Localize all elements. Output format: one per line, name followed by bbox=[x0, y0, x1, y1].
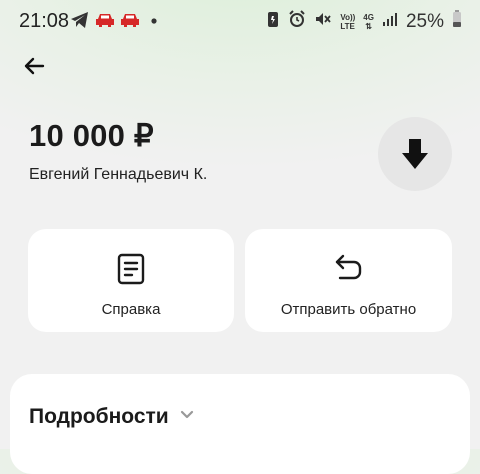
volte-label: Vo)) bbox=[340, 13, 356, 22]
back-button[interactable] bbox=[22, 54, 46, 78]
send-back-label: Отправить обратно bbox=[280, 301, 417, 318]
mute-icon bbox=[314, 10, 332, 34]
battery-icon bbox=[452, 10, 462, 34]
alarm-icon bbox=[288, 10, 306, 34]
send-back-button[interactable]: Отправить обратно bbox=[245, 229, 452, 332]
battery-saver-icon bbox=[266, 10, 280, 34]
status-bar: 21:08 Vo)) LTE 4G ⇅ 25% bbox=[0, 0, 480, 40]
document-icon bbox=[117, 253, 145, 285]
volte-icon: Vo)) LTE bbox=[340, 13, 355, 31]
details-title: Подробности bbox=[29, 405, 169, 428]
incoming-transfer-badge bbox=[378, 117, 452, 191]
receipt-label: Справка bbox=[101, 301, 161, 318]
transfer-amount: 10 000 ₽ bbox=[29, 118, 154, 153]
telegram-icon bbox=[70, 11, 90, 34]
arrow-left-icon bbox=[24, 57, 45, 75]
more-notifications-dot-icon bbox=[145, 13, 159, 32]
car-icon bbox=[95, 12, 115, 33]
notification-icons bbox=[70, 11, 159, 34]
return-arrow-icon bbox=[335, 254, 361, 280]
receipt-button[interactable]: Справка bbox=[28, 229, 234, 332]
details-section[interactable]: Подробности bbox=[10, 374, 470, 474]
status-time: 21:08 bbox=[19, 10, 70, 32]
chevron-down-icon[interactable] bbox=[180, 410, 194, 420]
car-icon bbox=[120, 12, 140, 33]
lte-label: LTE bbox=[340, 22, 355, 31]
signal-icon bbox=[382, 11, 398, 33]
network-4g-icon: 4G ⇅ bbox=[363, 13, 374, 31]
data-arrows-icon: ⇅ bbox=[365, 22, 372, 31]
arrow-down-icon bbox=[402, 139, 428, 169]
network-gen-label: 4G bbox=[363, 13, 374, 22]
system-icons: Vo)) LTE 4G ⇅ 25% bbox=[266, 10, 462, 34]
payer-name: Евгений Геннадьевич К. bbox=[29, 166, 208, 183]
battery-percent: 25% bbox=[405, 11, 444, 32]
